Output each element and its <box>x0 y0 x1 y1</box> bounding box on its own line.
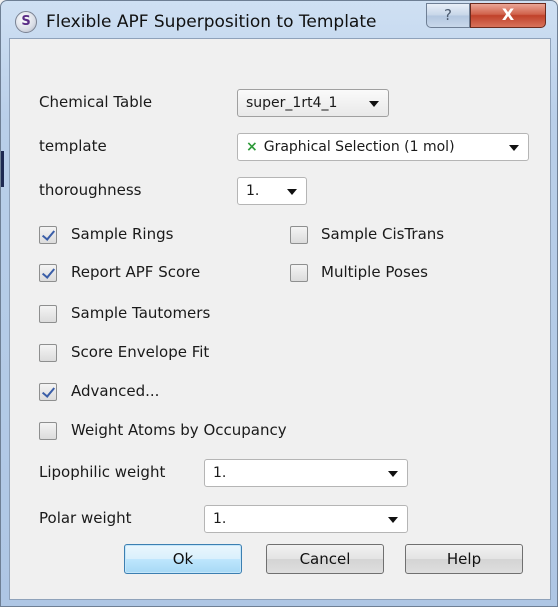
sample-tautomers-label: Sample Tautomers <box>71 304 211 322</box>
help-icon[interactable]: ? <box>426 3 470 28</box>
cancel-button[interactable]: Cancel <box>266 544 384 574</box>
template-selection-icon: × <box>246 139 258 155</box>
ok-button[interactable]: Ok <box>124 544 242 574</box>
sample-tautomers-checkbox[interactable] <box>39 305 57 323</box>
template-select[interactable]: × Graphical Selection (1 mol) <box>237 133 529 161</box>
dialog-body: Chemical Table super_1rt4_1 template × Gr… <box>9 38 551 600</box>
lipophilic-weight-value: 1. <box>213 465 227 481</box>
lipophilic-weight-select[interactable]: 1. <box>204 459 408 487</box>
chevron-down-icon <box>388 517 398 523</box>
advanced-label: Advanced... <box>71 382 160 400</box>
chevron-down-icon <box>509 145 519 151</box>
window-title: Flexible APF Superposition to Template <box>46 12 377 32</box>
polar-weight-select[interactable]: 1. <box>204 505 408 533</box>
template-value: Graphical Selection (1 mol) <box>263 139 455 155</box>
report-apf-score-label: Report APF Score <box>71 263 201 281</box>
chemical-table-label: Chemical Table <box>39 93 153 111</box>
dialog-window: S Flexible APF Superposition to Template… <box>0 0 558 607</box>
chemical-table-value: super_1rt4_1 <box>246 95 338 111</box>
multiple-poses-label: Multiple Poses <box>321 263 428 281</box>
score-envelope-fit-checkbox[interactable] <box>39 344 57 362</box>
chevron-down-icon <box>369 101 379 107</box>
app-icon: S <box>15 11 37 33</box>
report-apf-score-checkbox[interactable] <box>39 264 57 282</box>
weight-atoms-label: Weight Atoms by Occupancy <box>71 421 287 439</box>
thoroughness-label: thoroughness <box>39 181 142 199</box>
multiple-poses-checkbox[interactable] <box>290 264 308 282</box>
chevron-down-icon <box>388 471 398 477</box>
sample-rings-checkbox[interactable] <box>39 226 57 244</box>
lipophilic-weight-label: Lipophilic weight <box>39 463 166 481</box>
sample-rings-label: Sample Rings <box>71 225 174 243</box>
sample-cistrans-checkbox[interactable] <box>290 226 308 244</box>
close-icon[interactable]: X <box>470 3 546 28</box>
score-envelope-fit-label: Score Envelope Fit <box>71 343 210 361</box>
thoroughness-value: 1. <box>246 183 260 199</box>
thoroughness-select[interactable]: 1. <box>237 177 307 205</box>
edge-marker <box>1 151 4 187</box>
template-label: template <box>39 137 107 155</box>
sample-cistrans-label: Sample CisTrans <box>321 225 445 243</box>
chevron-down-icon <box>287 189 297 195</box>
chemical-table-select[interactable]: super_1rt4_1 <box>237 89 389 117</box>
advanced-checkbox[interactable] <box>39 383 57 401</box>
polar-weight-label: Polar weight <box>39 509 132 527</box>
weight-atoms-checkbox[interactable] <box>39 422 57 440</box>
title-bar[interactable]: S Flexible APF Superposition to Template… <box>1 1 557 37</box>
help-button[interactable]: Help <box>405 544 523 574</box>
polar-weight-value: 1. <box>213 511 227 527</box>
